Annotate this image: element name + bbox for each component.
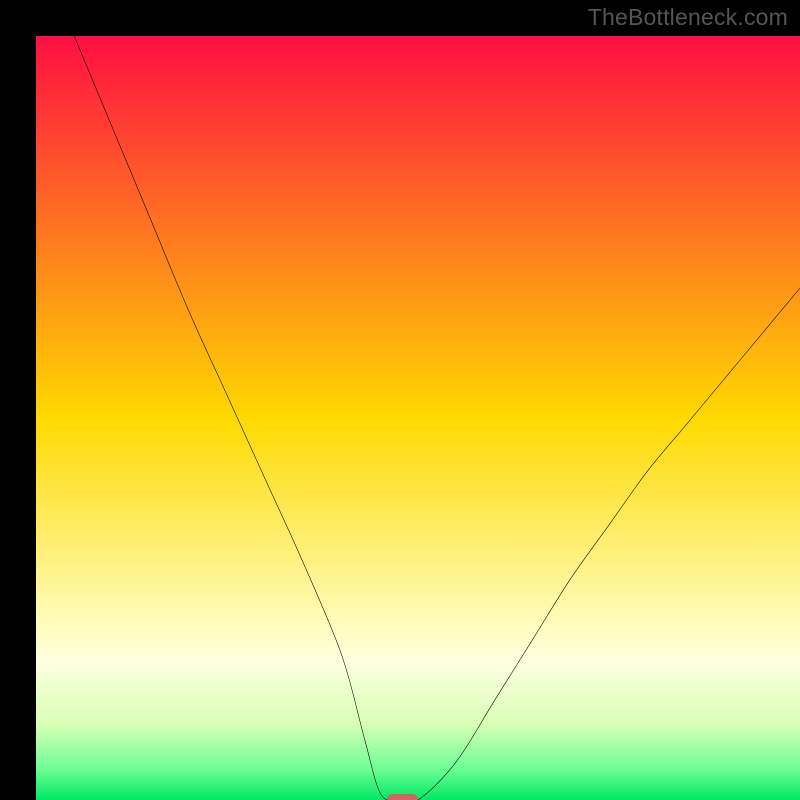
chart-frame	[0, 0, 800, 800]
background-gradient	[36, 36, 800, 800]
chart-root: { "watermark": "TheBottleneck.com", "cha…	[0, 0, 800, 800]
plot-area	[36, 36, 800, 800]
optimum-marker	[387, 794, 418, 800]
watermark-text: TheBottleneck.com	[588, 4, 788, 31]
